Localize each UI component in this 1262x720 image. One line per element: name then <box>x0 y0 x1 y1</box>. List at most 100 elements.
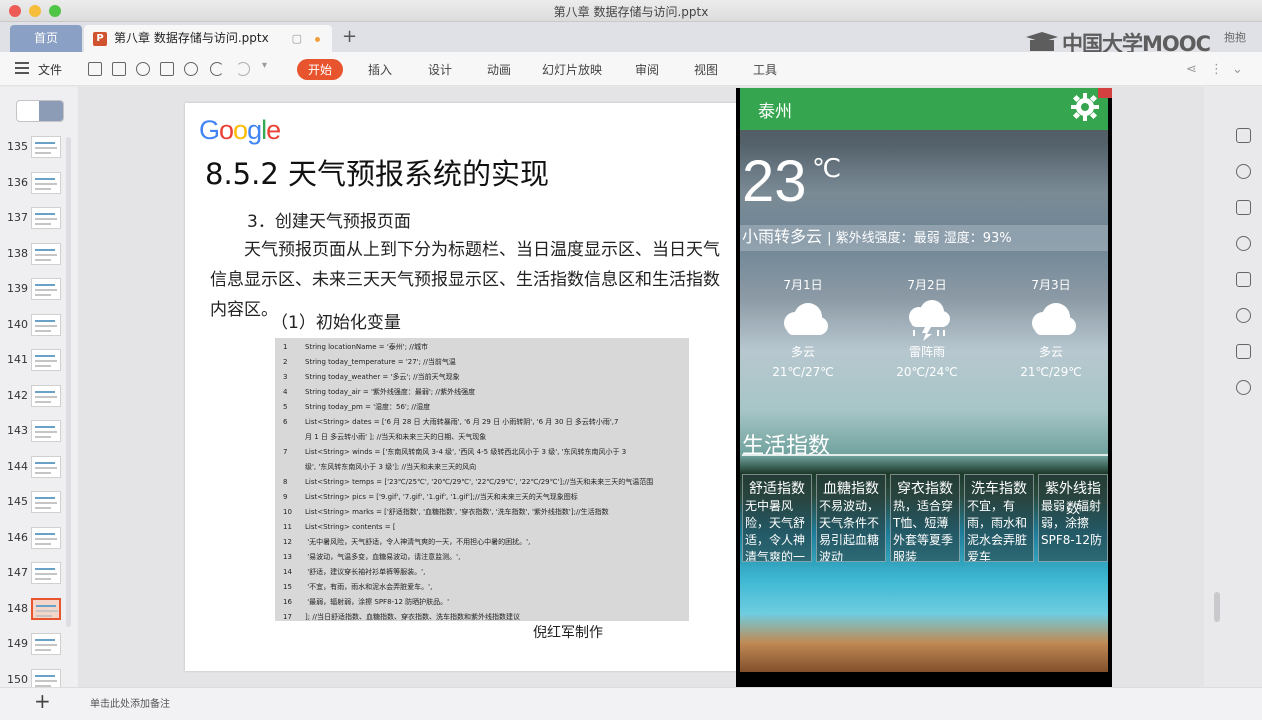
new-tab-button[interactable]: + <box>342 26 357 47</box>
life-index-card[interactable]: 舒适指数 无中暑风险，天气舒适，令人神清气爽的一 <box>742 474 812 562</box>
current-weather-detail: | 紫外线强度：最弱 湿度：93% <box>827 231 1012 246</box>
selection-pane-icon[interactable] <box>1236 128 1251 143</box>
slide-thumbnail[interactable] <box>31 384 61 407</box>
slide-number: 137 <box>7 211 28 224</box>
slide-thumbnail[interactable] <box>31 278 61 300</box>
share-icon[interactable]: ⋖ <box>1186 62 1197 77</box>
slide-number: 135 <box>7 140 28 153</box>
code-line-text: '不宜，有雨，雨水和泥水会弄脏爱车。', <box>305 583 433 591</box>
add-slide-button[interactable]: + <box>34 689 51 713</box>
slide-thumbnail[interactable] <box>31 420 61 442</box>
slide-thumbnail-row[interactable]: 149 <box>0 633 78 669</box>
code-line: 级', '东风转东南风小于 3 级']; //当天和未来三天的风向 <box>283 460 681 475</box>
slide-thumbnail[interactable] <box>31 349 61 371</box>
ribbon-tab-review[interactable]: 审阅 <box>635 61 659 78</box>
collapse-ribbon-icon[interactable]: ⌄ <box>1232 62 1243 77</box>
magic-icon[interactable] <box>1236 308 1251 323</box>
export-icon[interactable] <box>136 62 150 76</box>
code-line-text: String locationName = '泰州'; //城市 <box>305 343 429 351</box>
file-menu[interactable]: 文件 <box>38 61 62 78</box>
open-folder-icon[interactable] <box>88 62 102 76</box>
ribbon-tab-start[interactable]: 开始 <box>297 59 344 80</box>
current-weather-line: 小雨转多云 | 紫外线强度：最弱 湿度：93% <box>740 225 1108 251</box>
slide-thumbnail[interactable] <box>31 207 61 229</box>
forecast-condition: 多云 <box>1038 345 1063 359</box>
settings-sliders-icon[interactable] <box>1236 344 1251 359</box>
canvas-scrollbar[interactable] <box>1214 92 1220 672</box>
animation-icon[interactable] <box>1236 236 1251 251</box>
notes-bar: + 单击此处添加备注 <box>0 687 1262 720</box>
ribbon-tab-design[interactable]: 设计 <box>428 61 452 78</box>
slide-thumbnail[interactable] <box>31 491 61 513</box>
slide[interactable]: Google 8.5.2 天气预报系统的实现 3．创建天气预报页面 天气预报页面… <box>185 103 815 671</box>
fill-icon[interactable] <box>1236 200 1251 215</box>
history-icon[interactable] <box>1236 380 1251 395</box>
life-index-card[interactable]: 穿衣指数 热，适合穿T恤、短薄外套等夏季服装 <box>890 474 960 562</box>
print-icon[interactable] <box>160 62 174 76</box>
gear-icon[interactable] <box>1070 92 1100 122</box>
notes-input[interactable]: 单击此处添加备注 <box>90 695 170 710</box>
menu-icon[interactable] <box>15 62 29 74</box>
slide-thumbnail[interactable] <box>31 597 61 620</box>
code-listing: 1 String locationName = '泰州'; //城市 2 String… <box>275 338 689 621</box>
slide-thumbnail[interactable] <box>31 242 61 265</box>
user-name[interactable]: 抱抱 <box>1224 29 1246 45</box>
code-line: 17]; //当日舒适指数、血糖指数、穿衣指数、洗车指数和紫外线指数建议 <box>283 610 681 625</box>
slide-thumbnail[interactable] <box>31 526 61 549</box>
code-line-text: String today_temperature = '27'; //当前气温 <box>305 358 456 366</box>
slide-number: 144 <box>7 459 28 473</box>
life-index-card[interactable]: 洗车指数 不宜，有雨，雨水和泥水会弄脏爱车 <box>964 474 1034 562</box>
life-index-body: 热，适合穿T恤、短薄外套等夏季服装 <box>893 499 954 562</box>
slide-thumbnail[interactable] <box>31 136 61 158</box>
slides-panel-scrollbar[interactable] <box>66 137 71 627</box>
slide-thumbnail[interactable] <box>31 455 61 478</box>
slide-number: 140 <box>7 317 28 331</box>
thumbnail-view-icon[interactable] <box>39 101 63 121</box>
ribbon-tab-animation[interactable]: 动画 <box>487 61 511 78</box>
code-line: 12 '无中暑风险，天气舒适，令人神清气爽的一天，不用担心中暑的困扰。', <box>283 535 681 550</box>
slide-number: 150 <box>7 672 28 686</box>
code-line-number: 10 <box>283 508 292 516</box>
phone-screenshot: 泰州 23 ℃ 小雨转多云 | 紫外线强度：最弱 湿度：93% 7月1日 多云 21… <box>736 88 1112 688</box>
print-preview-icon[interactable] <box>184 62 198 76</box>
slide-thumbnail[interactable] <box>31 313 61 336</box>
slide-number: 138 <box>7 246 28 260</box>
ribbon-tab-tools[interactable]: 工具 <box>753 61 777 78</box>
forecast-condition: 雷阵雨 <box>908 345 945 359</box>
code-line-text: '易波动，气温多变，血糖易波动，请注意监测。', <box>305 553 461 561</box>
slide-author: 倪红军制作 <box>533 625 603 641</box>
code-line-number: 14 <box>283 568 292 576</box>
thunder-shower-icon <box>899 299 955 341</box>
life-index-body: 不宜，有雨，雨水和泥水会弄脏爱车 <box>967 499 1028 562</box>
canvas-scroll-thumb[interactable] <box>1214 592 1220 622</box>
pin-icon[interactable]: ▢ <box>292 25 302 52</box>
shape-icon[interactable] <box>1236 164 1251 179</box>
save-icon[interactable] <box>112 62 126 76</box>
redo-icon[interactable] <box>236 62 250 76</box>
code-line-number: 12 <box>283 538 292 546</box>
life-index-card[interactable]: 血糖指数 不易波动，天气条件不易引起血糖波动 <box>816 474 886 562</box>
more-icon[interactable]: ⋮ <box>1210 62 1223 77</box>
ribbon-toolbar: 文件 ▾ 开始 插入 设计 动画 幻灯片放映 审阅 视图 工具 ⋖ ⋮ ⌄ <box>0 52 1262 86</box>
slide-thumbnail[interactable] <box>31 171 61 194</box>
city-name[interactable]: 泰州 <box>758 97 792 122</box>
life-index-card[interactable]: 紫外线指数 最弱，辐射弱，涂擦SPF8-12防 <box>1038 474 1108 562</box>
mooc-logo-icon <box>1026 32 1058 51</box>
slide-section-heading: （1）初始化变量 <box>271 313 401 333</box>
undo-icon[interactable] <box>210 62 224 76</box>
slides-panel: 135 136 137 138 139 140 141 142 143 144 145 146 147 1… <box>0 87 78 691</box>
outline-view-icon[interactable] <box>17 101 41 121</box>
panel-view-toggle[interactable] <box>16 100 64 122</box>
tab-document[interactable]: P 第八章 数据存储与访问.pptx ▢ <box>84 25 332 52</box>
ribbon-tab-slideshow[interactable]: 幻灯片放映 <box>542 61 602 78</box>
code-line: 4 String today_air = '紫外线强度：最弱'; //紫外线强度 <box>283 385 681 400</box>
slide-thumbnail[interactable] <box>31 633 61 655</box>
chevron-down-icon[interactable]: ▾ <box>262 60 267 71</box>
slide-thumbnail[interactable] <box>31 562 61 584</box>
ribbon-tab-view[interactable]: 视图 <box>694 61 718 78</box>
ribbon-tab-insert[interactable]: 插入 <box>368 61 392 78</box>
slide-title: 8.5.2 天气预报系统的实现 <box>205 157 550 191</box>
code-line-number: 5 <box>283 403 288 411</box>
slide-transition-icon[interactable] <box>1236 272 1251 287</box>
tab-home[interactable]: 首页 <box>10 25 82 52</box>
